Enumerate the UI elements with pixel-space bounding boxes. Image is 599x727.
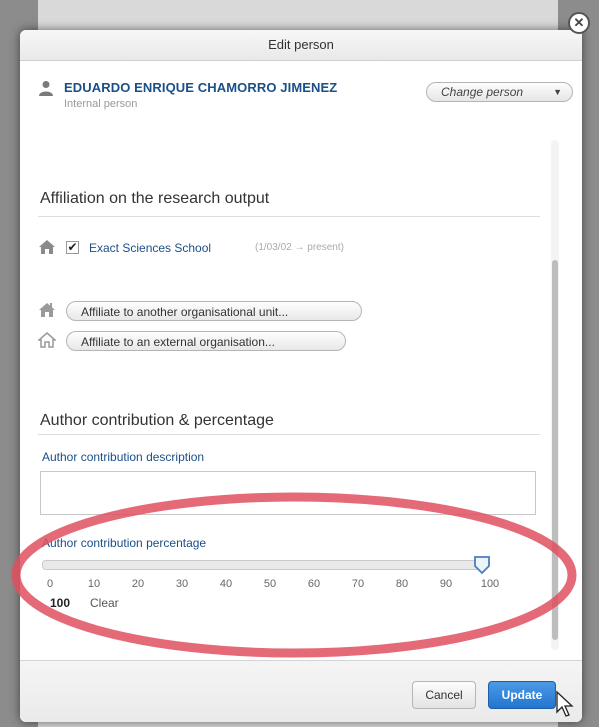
divider [38,216,540,217]
affiliation-dates: (1/03/02 → present) [255,242,344,253]
affiliate-external-org-button[interactable]: Affiliate to an external organisation... [66,331,346,351]
slider-tick-label: 80 [395,578,409,590]
clear-link[interactable]: Clear [90,596,119,610]
person-row: EDUARDO ENRIQUE CHAMORRO JIMENEZ Interna… [38,78,573,118]
affiliation-section-title: Affiliation on the research output [40,190,270,207]
divider [38,434,540,435]
slider-tick-label: 40 [219,578,233,590]
slider-fill [43,561,481,569]
change-person-button[interactable]: Change person ▼ [426,82,573,102]
person-name[interactable]: EDUARDO ENRIQUE CHAMORRO JIMENEZ [64,80,337,95]
affiliation-checkbox[interactable]: ✔ [66,241,79,254]
external-organisation-icon [38,332,56,348]
close-icon[interactable]: ✕ [568,12,590,34]
affiliation-link[interactable]: Exact Sciences School [89,241,211,255]
chevron-down-icon: ▼ [553,87,562,97]
contribution-section-title: Author contribution & percentage [40,412,274,429]
person-type: Internal person [64,98,138,110]
slider-tick-label: 20 [131,578,145,590]
affiliation-item: ✔ Exact Sciences School (1/03/02 → prese… [38,238,538,258]
slider-tick-label: 100 [480,578,500,590]
percentage-slider[interactable] [42,560,482,570]
cursor-icon [556,690,574,717]
slider-tick-label: 90 [439,578,453,590]
slider-tick-label: 70 [351,578,365,590]
percentage-value: 100 [50,596,71,610]
slider-tick-label: 10 [87,578,101,590]
slider-tick-label: 60 [307,578,321,590]
edit-person-dialog: Edit person EDUARDO ENRIQUE CHAMORRO JIM… [20,30,582,722]
percentage-label: Author contribution percentage [42,536,207,550]
scrollbar-thumb[interactable] [552,260,558,640]
description-label: Author contribution description [42,450,205,464]
slider-tick-label: 0 [46,578,54,590]
dialog-footer: Cancel Update [20,660,582,722]
person-icon [39,81,53,96]
scrollbar[interactable] [551,140,559,650]
cancel-button[interactable]: Cancel [412,681,476,709]
house-add-icon [39,303,55,317]
update-button[interactable]: Update [488,681,556,709]
change-person-label: Change person [441,85,524,99]
slider-thumb[interactable] [472,555,492,575]
dialog-title: Edit person [20,30,582,61]
slider-ticks: 0 10 20 30 40 50 60 70 80 90 100 [42,578,499,592]
house-icon [39,240,55,254]
affiliate-org-unit-button[interactable]: Affiliate to another organisational unit… [66,301,362,321]
slider-tick-label: 30 [175,578,189,590]
description-textarea[interactable] [40,471,536,515]
slider-tick-label: 50 [263,578,277,590]
